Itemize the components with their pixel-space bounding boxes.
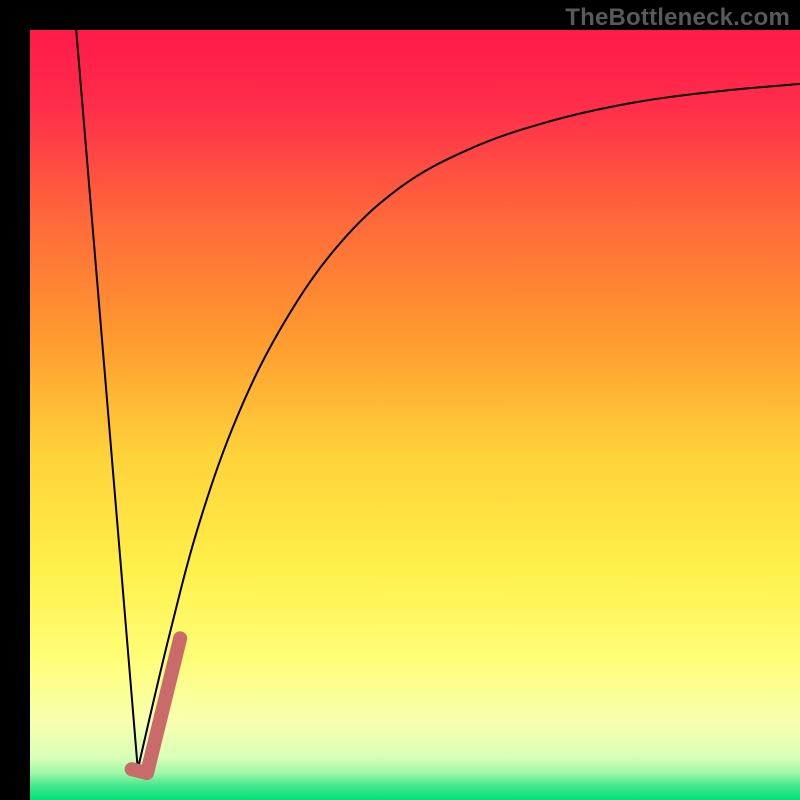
plot-frame: [30, 30, 800, 800]
chart-svg: [30, 30, 800, 800]
watermark-text: TheBottleneck.com: [565, 4, 790, 32]
gradient-background: [30, 30, 800, 800]
chart-canvas-outer: TheBottleneck.com: [0, 0, 800, 800]
